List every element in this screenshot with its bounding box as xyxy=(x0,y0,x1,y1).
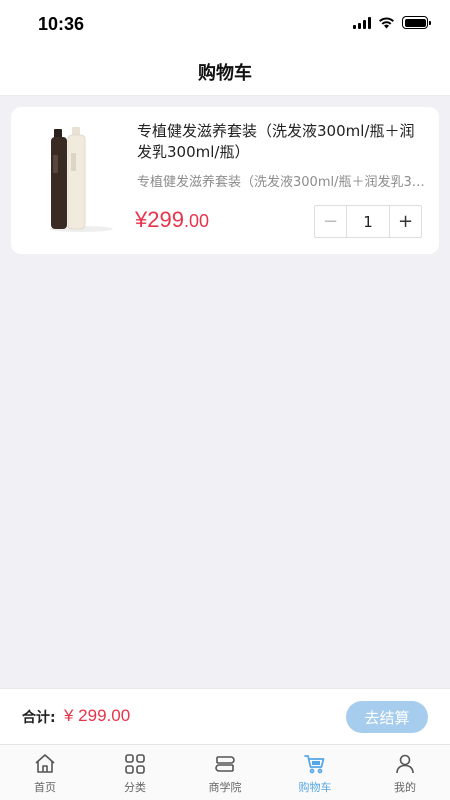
tab-home[interactable]: 首页 xyxy=(0,745,90,800)
price-integer: 299 xyxy=(147,207,184,232)
user-icon xyxy=(396,754,414,774)
tab-label-profile: 我的 xyxy=(394,781,416,794)
increase-button[interactable]: + xyxy=(389,206,421,237)
tab-cart[interactable]: 购物车 xyxy=(270,745,360,800)
product-image[interactable] xyxy=(41,125,121,235)
battery-icon xyxy=(402,16,431,29)
checkout-button[interactable]: 去结算 xyxy=(346,701,428,733)
home-icon xyxy=(35,754,55,773)
tab-label-category: 分类 xyxy=(124,781,146,794)
total-label: 合计: xyxy=(22,710,56,726)
status-icons xyxy=(353,16,431,29)
tab-academy[interactable]: 商学院 xyxy=(180,745,270,800)
quantity-input[interactable]: 1 xyxy=(347,206,389,237)
nav-bar: 购物车 xyxy=(0,48,450,96)
total-amount: ¥ 299.00 xyxy=(64,706,131,725)
decrease-button[interactable]: − xyxy=(315,206,347,237)
status-time: 10:36 xyxy=(38,14,85,34)
product-title[interactable]: 专植健发滋养套装（洗发液300ml/瓶＋润发乳300ml/瓶） xyxy=(137,121,427,163)
checkout-bar: 合计: ¥ 299.00 去结算 xyxy=(0,688,450,744)
price-decimal: .00 xyxy=(183,211,209,231)
tab-label-home: 首页 xyxy=(34,781,56,794)
status-bar: 10:36 xyxy=(0,0,450,48)
signal-icon xyxy=(353,16,371,29)
cart-icon xyxy=(304,755,325,774)
price-currency: ¥ xyxy=(135,207,148,232)
tab-label-academy: 商学院 xyxy=(208,781,242,794)
quantity-stepper: − 1 + xyxy=(314,205,422,238)
page-title: 购物车 xyxy=(198,62,252,84)
product-spec: 专植健发滋养套装（洗发液300ml/瓶＋润发乳300ml/瓶） xyxy=(137,175,427,190)
book-icon xyxy=(215,756,235,772)
tab-category[interactable]: 分类 xyxy=(90,745,180,800)
tab-bar: 首页 分类 商学院 购物车 我的 xyxy=(0,744,450,800)
wifi-icon xyxy=(379,17,394,29)
cart-item-card[interactable]: 专植健发滋养套装（洗发液300ml/瓶＋润发乳300ml/瓶） 专植健发滋养套装… xyxy=(11,107,439,254)
product-price: ¥299.00 xyxy=(135,207,209,233)
tab-profile[interactable]: 我的 xyxy=(360,745,450,800)
tab-label-cart: 购物车 xyxy=(298,781,332,794)
grid-icon xyxy=(125,754,145,774)
